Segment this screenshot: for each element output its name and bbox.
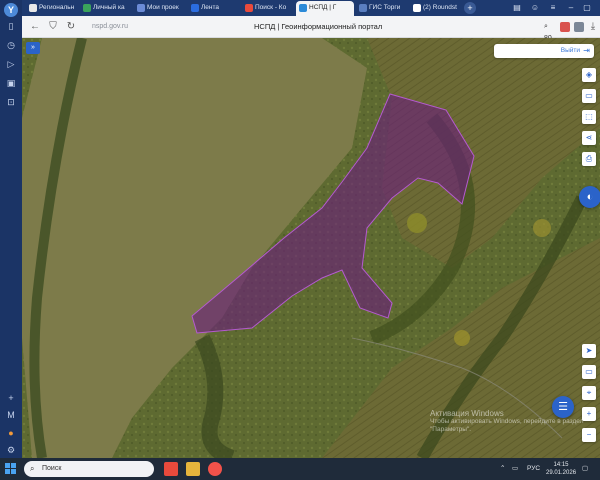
page-title: НСПД | Геоинформационный портал bbox=[254, 22, 383, 31]
tab-label: (2) Roundst bbox=[423, 4, 457, 11]
windows-start-icon[interactable] bbox=[5, 463, 17, 475]
tab-4[interactable]: Лента bbox=[188, 1, 240, 15]
tab-1[interactable]: Региональн bbox=[26, 1, 78, 15]
tab-label: НСПД | Г bbox=[309, 4, 337, 11]
screenshot-icon[interactable]: ⊡ bbox=[5, 96, 17, 108]
watermark-line: Чтобы активировать Windows, перейдите в … bbox=[430, 418, 584, 425]
clock-time: 14:15 bbox=[553, 462, 569, 468]
windows-taskbar: ⌕ Поиск ⌃ ▭ РУС 14:15 29.01.2026 ▢ bbox=[0, 458, 600, 480]
tab-favicon-icon bbox=[245, 4, 253, 12]
url-text[interactable]: nspd.gov.ru bbox=[92, 19, 128, 35]
taskbar-clock[interactable]: 14:15 29.01.2026 bbox=[546, 461, 576, 477]
logout-button[interactable]: Выйти ⇥ bbox=[494, 44, 594, 58]
tab-favicon-icon bbox=[83, 4, 91, 12]
pdf-reader-icon[interactable] bbox=[164, 462, 178, 476]
play-icon[interactable]: ▷ bbox=[5, 58, 17, 70]
shield-icon[interactable]: ⛉ bbox=[46, 20, 60, 34]
alice-icon[interactable]: ● bbox=[5, 427, 17, 439]
back-icon[interactable]: ← bbox=[28, 20, 42, 34]
logout-label: Выйти bbox=[560, 47, 580, 54]
print-icon[interactable]: ⎙ bbox=[582, 152, 596, 166]
satellite-map bbox=[22, 38, 600, 458]
zoom-in-button[interactable]: + bbox=[582, 407, 596, 421]
zoom-icon: ⌕ bbox=[544, 23, 548, 30]
tab-label: Региональн bbox=[39, 4, 75, 11]
tab-favicon-icon bbox=[191, 4, 199, 12]
profile-icon[interactable]: ☺ bbox=[528, 0, 542, 16]
notifications-icon[interactable]: ▢ bbox=[582, 458, 588, 480]
address-bar-row: ← ⛉ ↻ nspd.gov.ru НСПД | Геоинформационн… bbox=[22, 16, 600, 54]
tab-favicon-icon bbox=[413, 4, 421, 12]
tab-favicon-icon bbox=[359, 4, 367, 12]
geolocation-icon[interactable]: ⌖ bbox=[582, 386, 596, 400]
extension-icon[interactable] bbox=[560, 22, 570, 32]
maximize-icon[interactable]: ▢ bbox=[580, 0, 594, 16]
tray-expand-icon[interactable]: ⌃ bbox=[500, 458, 505, 480]
search-placeholder: Поиск bbox=[42, 465, 62, 472]
tab-favicon-icon bbox=[137, 4, 145, 12]
tab-6-active[interactable]: НСПД | Г bbox=[296, 1, 354, 16]
address-bar[interactable]: nspd.gov.ru НСПД | Геоинформационный пор… bbox=[84, 19, 554, 54]
tab-3[interactable]: Мои проек bbox=[134, 1, 186, 15]
tab-label: ГИС Торги bbox=[369, 4, 401, 11]
collections-icon[interactable]: ▣ bbox=[5, 77, 17, 89]
download-icon[interactable]: ⤓ bbox=[586, 20, 600, 34]
minimize-icon[interactable]: – bbox=[564, 0, 578, 16]
tab-5[interactable]: Поиск - Ко bbox=[242, 1, 294, 15]
screen: Y ▯ ◷ ▷ ▣ ⊡ + M ● ⚙ Региональн Личный ка… bbox=[0, 0, 600, 480]
tab-8[interactable]: (2) Roundst bbox=[410, 1, 460, 15]
history-icon[interactable]: ◷ bbox=[5, 39, 17, 51]
map-tree-cluster bbox=[407, 213, 427, 233]
select-area-icon[interactable]: ⬚ bbox=[582, 110, 596, 124]
watermark-line: "Параметры". bbox=[430, 426, 472, 433]
share-icon[interactable]: ⋖ bbox=[582, 131, 596, 145]
clock-date: 29.01.2026 bbox=[546, 470, 577, 476]
extension-icon[interactable] bbox=[574, 22, 584, 32]
menu-icon[interactable]: ≡ bbox=[546, 0, 560, 16]
tab-label: Мои проек bbox=[147, 4, 179, 11]
tab-7[interactable]: ГИС Торги bbox=[356, 1, 408, 15]
yandex-browser-icon[interactable] bbox=[208, 462, 222, 476]
yandex-logo-icon[interactable]: Y bbox=[4, 3, 18, 17]
network-icon[interactable]: ▭ bbox=[512, 458, 518, 480]
watermark-title: Активация Windows bbox=[430, 409, 504, 418]
basemap-icon[interactable]: ▭ bbox=[582, 89, 596, 103]
new-tab-button[interactable]: + bbox=[464, 2, 476, 14]
windows-activation-watermark: Активация Windows Чтобы активировать Win… bbox=[430, 410, 584, 434]
browser-sidebar: Y ▯ ◷ ▷ ▣ ⊡ + M ● ⚙ bbox=[0, 0, 22, 458]
map-tree-cluster bbox=[454, 330, 470, 346]
logout-icon: ⇥ bbox=[583, 46, 590, 55]
zoom-out-button[interactable]: − bbox=[582, 428, 596, 442]
tab-favicon-icon bbox=[299, 4, 307, 12]
tab-label: Лента bbox=[201, 4, 219, 11]
language-indicator[interactable]: РУС bbox=[527, 458, 540, 480]
add-panel-icon[interactable]: + bbox=[5, 392, 17, 404]
search-panel-icon[interactable]: ◐ bbox=[579, 186, 600, 208]
tab-label: Поиск - Ко bbox=[255, 4, 287, 11]
close-window-icon[interactable]: ✕ bbox=[596, 0, 600, 16]
map-viewport[interactable]: » Выйти ⇥ ◈ ▭ ⬚ ⋖ ⎙ ◐ ➤ ▭ ⌖ + − ☰ Актива… bbox=[22, 38, 600, 458]
tab-strip: Региональн Личный ка Мои проек Лента Пои… bbox=[22, 0, 600, 16]
expand-panel-button[interactable]: » bbox=[26, 42, 40, 54]
file-explorer-icon[interactable] bbox=[186, 462, 200, 476]
tab-label: Личный ка bbox=[93, 4, 125, 11]
bookmarks-icon[interactable]: ▯ bbox=[5, 20, 17, 32]
sidebar-settings-icon[interactable]: ⚙ bbox=[5, 444, 17, 456]
mail-icon[interactable]: M bbox=[5, 409, 17, 421]
reload-icon[interactable]: ↻ bbox=[64, 20, 78, 34]
tab-favicon-icon bbox=[29, 4, 37, 12]
layers-icon[interactable]: ◈ bbox=[582, 68, 596, 82]
tab-2[interactable]: Личный ка bbox=[80, 1, 132, 15]
taskbar-search[interactable]: ⌕ Поиск bbox=[24, 461, 154, 477]
tabs-menu-icon[interactable]: ▤ bbox=[510, 0, 524, 16]
search-icon: ⌕ bbox=[30, 464, 35, 473]
measure-icon[interactable]: ▭ bbox=[582, 365, 596, 379]
map-tree-cluster bbox=[533, 219, 551, 237]
my-location-icon[interactable]: ➤ bbox=[582, 344, 596, 358]
